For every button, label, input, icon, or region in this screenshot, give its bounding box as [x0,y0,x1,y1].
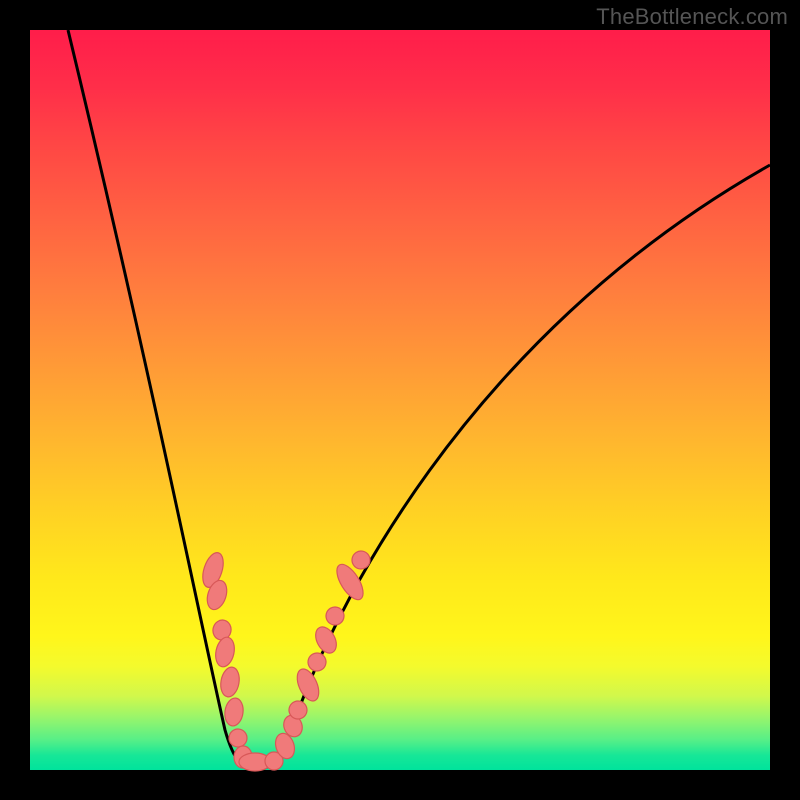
bottleneck-curve [68,30,770,770]
chart-frame: TheBottleneck.com [0,0,800,800]
data-marker [311,623,340,656]
data-marker [293,666,323,704]
data-marker [213,635,237,668]
data-markers-group [199,548,374,771]
watermark-text: TheBottleneck.com [596,4,788,30]
plot-area [30,30,770,770]
data-marker [219,666,242,699]
data-marker [223,697,245,727]
chart-svg [30,30,770,770]
data-marker [349,548,374,573]
